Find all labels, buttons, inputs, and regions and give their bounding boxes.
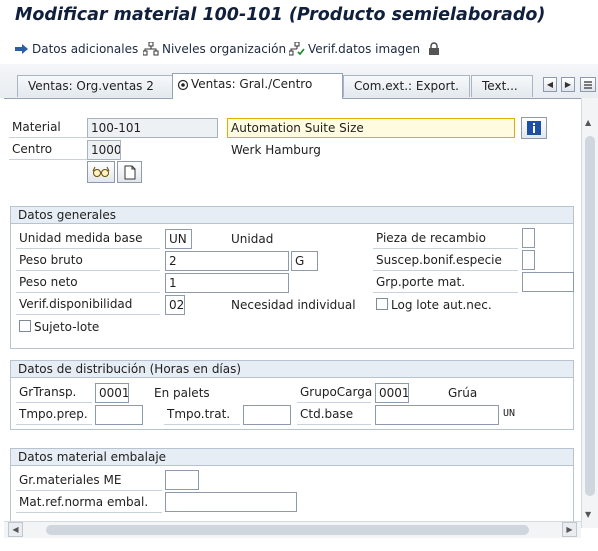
net-weight-label: Peso neto <box>16 273 160 293</box>
processing-time-field[interactable] <box>243 405 291 425</box>
freight-group-label: Grp.porte mat. <box>373 273 518 293</box>
tab-label: Com.ext.: Export. <box>354 79 459 93</box>
material-description-field[interactable]: Automation Suite Size <box>227 118 515 138</box>
availability-check-text: Necesidad individual <box>231 298 356 312</box>
scroll-down-arrow[interactable]: ▼ <box>585 510 591 519</box>
loading-group-label: GrupoCarga <box>297 383 372 403</box>
tab-scroll-right-button[interactable]: ▶ <box>561 77 575 92</box>
new-document-button[interactable] <box>117 161 142 183</box>
document-icon <box>124 165 135 179</box>
lock-icon <box>429 42 439 55</box>
batch-entry-checkbox[interactable] <box>376 298 388 310</box>
org-levels-button[interactable]: Niveles organización <box>143 38 286 60</box>
batch-management-checkbox[interactable] <box>19 320 31 332</box>
tab-label: Ventas: Gral./Centro <box>191 77 313 91</box>
loading-group-text: Grúa <box>448 386 478 400</box>
general-data-header: Datos generales <box>10 206 574 224</box>
availability-check-field[interactable]: 02 <box>165 295 185 315</box>
scroll-up-arrow[interactable]: ▲ <box>585 118 591 127</box>
distribution-data-header: Datos de distribución (Horas en días) <box>10 360 574 378</box>
material-label: Material <box>9 118 87 138</box>
net-weight-field[interactable]: 1 <box>165 273 289 293</box>
base-quantity-unit: UN <box>503 408 516 419</box>
availability-check-label: Verif.disponibilidad <box>16 295 160 315</box>
hierarchy-icon <box>143 42 159 56</box>
arrow-right-icon <box>15 44 28 54</box>
reference-material-label: Mat.ref.norma embal. <box>16 493 162 513</box>
scroll-right-arrow[interactable]: ▶ <box>562 522 577 537</box>
info-icon <box>527 121 541 135</box>
vertical-scroll-thumb[interactable] <box>585 136 595 496</box>
replacement-part-field[interactable] <box>522 228 535 248</box>
packaging-material-group-field[interactable] <box>165 470 199 490</box>
horizontal-scrollbar[interactable]: ◀ ▶ <box>4 521 581 538</box>
additional-data-button[interactable]: Datos adicionales <box>14 38 138 60</box>
gross-weight-field[interactable]: 2 <box>165 251 289 271</box>
plant-label: Centro <box>9 140 87 160</box>
processing-time-label: Tmpo.trat. <box>164 405 240 425</box>
scroll-left-arrow[interactable]: ◀ <box>8 522 23 537</box>
weight-unit-field[interactable]: G <box>291 251 318 271</box>
title-bar: Modificar material 100-101 (Producto sem… <box>0 0 598 34</box>
tab-label: Text... <box>482 79 518 93</box>
window-title: Modificar material 100-101 (Producto sem… <box>15 5 546 25</box>
glasses-button[interactable] <box>87 161 115 183</box>
tab-list-button[interactable] <box>580 77 596 92</box>
batch-management-label: Sujeto-lote <box>34 320 100 334</box>
base-uom-field[interactable]: UN <box>165 229 192 249</box>
glasses-icon <box>92 166 110 177</box>
packaging-material-group-label: Gr.materiales ME <box>16 471 162 491</box>
loading-group-field[interactable]: 0001 <box>375 383 409 403</box>
info-button[interactable] <box>521 117 547 139</box>
tab-texts[interactable]: Text... <box>471 75 533 97</box>
hierarchy-check-icon <box>289 42 305 56</box>
bonus-label: Suscep.bonif.especie <box>373 251 518 271</box>
plant-field: 1000 <box>87 140 121 160</box>
tab-scroll-left-button[interactable]: ◀ <box>543 77 557 92</box>
tab-foreign-trade-export[interactable]: Com.ext.: Export. <box>343 75 470 97</box>
freight-group-field[interactable] <box>522 272 574 292</box>
lock-button[interactable] <box>428 38 440 60</box>
list-icon <box>584 81 592 89</box>
base-uom-text: Unidad <box>231 232 274 246</box>
tab-label: Ventas: Org.ventas 2 <box>28 79 154 93</box>
additional-data-label: Datos adicionales <box>32 42 139 56</box>
tab-sales-general-plant[interactable]: Ventas: Gral./Centro <box>172 73 343 99</box>
application-toolbar: Datos adicionales Niveles organización V… <box>0 34 598 64</box>
vertical-scrollbar[interactable]: ▲ ▼ <box>581 98 598 528</box>
check-screen-data-label: Verif.datos imagen <box>308 42 421 56</box>
batch-entry-label: Log lote aut.nec. <box>391 298 492 312</box>
active-tab-icon <box>177 79 189 94</box>
base-quantity-label: Ctd.base <box>297 405 371 425</box>
material-field: 100-101 <box>87 118 218 138</box>
setup-time-field[interactable] <box>95 405 143 425</box>
transport-group-text: En palets <box>154 386 210 400</box>
base-uom-label: Unidad medida base <box>16 229 160 249</box>
bonus-field[interactable] <box>522 250 535 270</box>
reference-material-field[interactable] <box>165 492 297 512</box>
transport-group-field[interactable]: 0001 <box>95 383 129 403</box>
base-quantity-field[interactable] <box>375 405 499 425</box>
gross-weight-label: Peso bruto <box>16 251 160 271</box>
check-screen-data-button[interactable]: Verif.datos imagen <box>289 38 420 60</box>
org-levels-label: Niveles organización <box>162 42 287 56</box>
horizontal-scroll-thumb[interactable] <box>46 525 529 535</box>
replacement-part-label: Pieza de recambio <box>373 229 518 249</box>
setup-time-label: Tmpo.prep. <box>16 405 92 425</box>
plant-name-text: Werk Hamburg <box>231 143 321 157</box>
packaging-data-header: Datos material embalaje <box>10 448 574 466</box>
tab-sales-org-2[interactable]: Ventas: Org.ventas 2 <box>17 75 174 97</box>
transport-group-label: GrTransp. <box>16 383 92 403</box>
